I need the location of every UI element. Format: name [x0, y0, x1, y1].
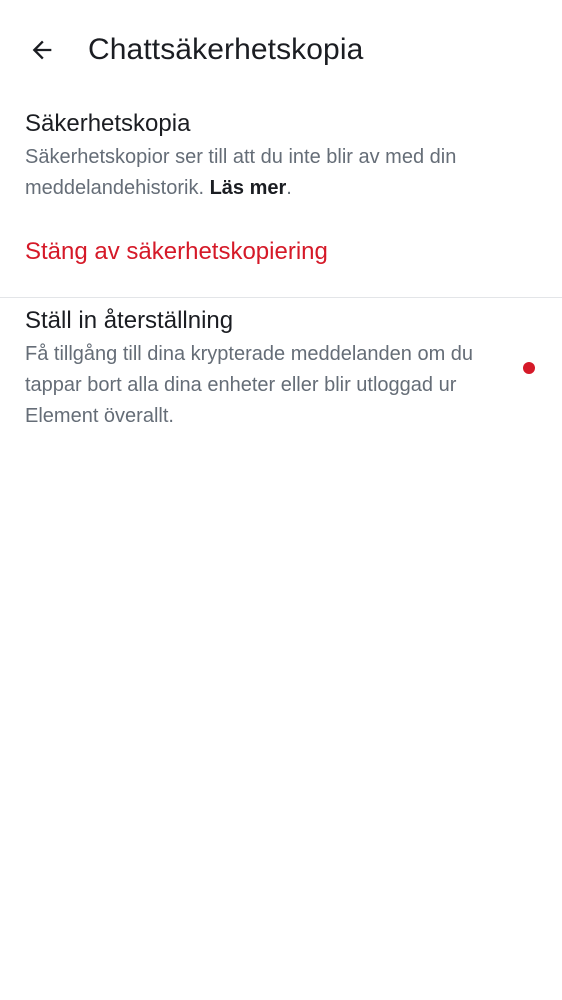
learn-more-link[interactable]: Läs mer: [210, 177, 287, 199]
disable-backup-button[interactable]: Stäng av säkerhetskopiering: [25, 237, 328, 267]
recovery-description: Få tillgång till dina krypterade meddela…: [25, 343, 474, 427]
backup-description: Säkerhetskopior ser till att du inte bli…: [25, 142, 535, 204]
arrow-left-icon: [32, 40, 52, 60]
backup-section: Säkerhetskopia Säkerhetskopior ser till …: [0, 104, 562, 297]
top-app-bar: Chattsäkerhetskopia: [0, 0, 562, 100]
page-title: Chattsäkerhetskopia: [88, 33, 364, 66]
learn-more-suffix: .: [286, 177, 292, 199]
backup-section-title: Säkerhetskopia: [25, 110, 191, 137]
recovery-title: Ställ in återställning: [25, 307, 234, 334]
notification-dot-icon: [523, 362, 535, 374]
setup-recovery-item[interactable]: Ställ in återställning Få tillgång till …: [0, 298, 562, 438]
back-button[interactable]: [20, 28, 64, 72]
